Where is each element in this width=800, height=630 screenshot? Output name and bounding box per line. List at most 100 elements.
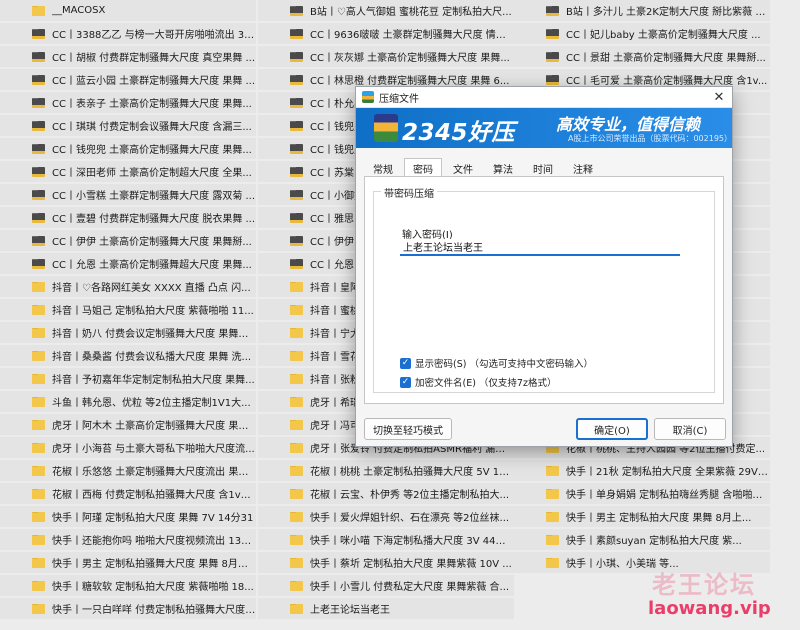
folder-item[interactable]: CC丨景甜 土豪高价定制骚舞大尺度 果舞掰... [514, 46, 770, 67]
folder-icon [32, 258, 45, 269]
folder-label: 花椒丨西梅 付费定制私拍骚舞大尺度 含1v1... [52, 490, 256, 501]
folder-item[interactable]: 快手丨男主 定制私拍大尺度 果舞 8月上... [514, 506, 770, 527]
tab-0[interactable]: 常规 [364, 158, 402, 176]
tab-3[interactable]: 算法 [484, 158, 522, 176]
encrypt-names-label: 加密文件名(E) （仅支持7z格式） [415, 378, 557, 389]
folder-item[interactable]: 快手丨小雪儿 付费私定大尺度 果舞紫薇 合... [258, 575, 514, 596]
folder-item[interactable]: CC丨表亲子 土豪高价定制骚舞大尺度 果舞... [0, 92, 256, 113]
folder-item[interactable]: 快手丨素颜suyan 定制私拍大尺度 紫... [514, 529, 770, 550]
folder-item[interactable]: CC丨灰灰娜 土豪高价定制骚舞大尺度 果舞... [258, 46, 514, 67]
folder-icon [290, 281, 303, 292]
folder-item[interactable]: 斗鱼丨韩允恩、优粒 等2位主播定制1V1大... [0, 391, 256, 412]
folder-item[interactable]: B站丨多汁儿 土豪2K定制大尺度 掰比紫薇 4... [514, 0, 770, 21]
folder-icon [32, 97, 45, 108]
tab-1[interactable]: 密码 [404, 158, 442, 176]
folder-icon [290, 235, 303, 246]
folder-icon [290, 580, 303, 591]
password-input[interactable] [400, 239, 680, 256]
folder-item[interactable]: 虎牙丨小海苔 与土豪大哥私下啪啪大尺度流... [0, 437, 256, 458]
folder-label: 斗鱼丨韩允恩、优粒 等2位主播定制1V1大... [52, 398, 251, 409]
folder-label: CC丨允恩 [310, 260, 354, 271]
folder-item[interactable]: 抖音丨♡各路网红美女 XXXX 直播 凸点 闪... [0, 276, 256, 297]
folder-icon [546, 511, 559, 522]
folder-label: __MACOSX [52, 5, 106, 16]
folder-item[interactable]: 快手丨咪小喵 下海定制私播大尺度 3V 44分... [258, 529, 514, 550]
folder-item[interactable]: CC丨9636啵啵 土豪群定制骚舞大尺度 情趣... [258, 23, 514, 44]
folder-item[interactable]: CC丨伊伊 土豪高价定制骚舞大尺度 果舞掰... [0, 230, 256, 251]
folder-icon [32, 212, 45, 223]
folder-item[interactable]: 花椒丨云宝、朴伊秀 等2位主播定制私拍大... [258, 483, 514, 504]
folder-item[interactable]: CC丨胡椒 付费群定制骚舞大尺度 真空果舞 ... [0, 46, 256, 67]
folder-item[interactable]: 抖音丨马姐己 定制私拍大尺度 紫薇啪啪 11... [0, 299, 256, 320]
folder-item[interactable]: __MACOSX [0, 0, 256, 21]
folder-item[interactable]: 快手丨阿瑾 定制私拍大尺度 果舞 7V 14分31 [0, 506, 256, 527]
folder-label: 虎牙丨冯可 [310, 421, 360, 432]
folder-item[interactable]: 快手丨爱火焊姐针织、石在漂亮 等2位丝袜... [258, 506, 514, 527]
folder-label: 虎牙丨阿木木 土豪高价定制骚舞大尺度 果舞... [52, 421, 256, 432]
folder-item[interactable]: 快手丨糖软软 定制私拍大尺度 紫薇啪啪 18... [0, 575, 256, 596]
folder-icon [290, 304, 303, 315]
folder-item[interactable]: CC丨小雪糕 土豪群定制骚舞大尺度 露双菊 ... [0, 184, 256, 205]
folder-item[interactable]: 抖音丨予初嘉年华定制定制私拍大尺度 果舞... [0, 368, 256, 389]
folder-icon [32, 396, 45, 407]
folder-item[interactable]: 花椒丨桃桃 土豪定制私拍骚舞大尺度 5V 13... [258, 460, 514, 481]
folder-icon [290, 373, 303, 384]
folder-item[interactable]: 快手丨单身娟娟 定制私拍嗨丝秀腿 含啪啪大... [514, 483, 770, 504]
folder-item[interactable]: 虎牙丨阿木木 土豪高价定制骚舞大尺度 果舞... [0, 414, 256, 435]
folder-label: 快手丨蔡圻 定制私拍大尺度 果舞紫薇 10V ... [310, 559, 512, 570]
folder-item[interactable]: CC丨钱兜兜 土豪高价定制骚舞大尺度 果舞... [0, 138, 256, 159]
folder-item[interactable]: 快手丨还能抱你吗 啪啪大尺度视频流出 13V... [0, 529, 256, 550]
password-group: 带密码压缩 输入密码(I) ✓ 显示密码(S) （勾选可支持中文密码输入） ✓ … [373, 185, 715, 393]
dialog-titlebar: 压缩文件 ✕ [356, 87, 732, 108]
folder-item[interactable]: 快手丨21秋 定制私拍大尺度 全果紫薇 29V ... [514, 460, 770, 481]
folder-icon [546, 5, 559, 16]
tab-4[interactable]: 时间 [524, 158, 562, 176]
folder-item[interactable]: 快手丨男主 定制私拍骚舞大尺度 果舞 8月下... [0, 552, 256, 573]
folder-label: 快手丨男主 定制私拍骚舞大尺度 果舞 8月下... [52, 559, 256, 570]
folder-item[interactable]: CC丨壹碧 付费群定制骚舞大尺度 脱衣果舞 ... [0, 207, 256, 228]
app-icon [362, 91, 374, 103]
folder-icon [32, 189, 45, 200]
folder-item[interactable]: 上老王论坛当老王 [258, 598, 514, 619]
folder-item[interactable]: 快手丨蔡圻 定制私拍大尺度 果舞紫薇 10V ... [258, 552, 514, 573]
folder-item[interactable]: 抖音丨桑桑酱 付费会议私播大尺度 果舞 洗... [0, 345, 256, 366]
folder-item[interactable]: CC丨妃儿baby 土豪高价定制骚舞大尺度 ... [514, 23, 770, 44]
folder-icon [546, 74, 559, 85]
folder-item[interactable]: CC丨深田老师 土豪高价定制超大尺度 全果... [0, 161, 256, 182]
folder-item[interactable]: CC丨3388乙乙 与榜一大哥开房啪啪流出 3V... [0, 23, 256, 44]
folder-item[interactable]: 花椒丨西梅 付费定制私拍骚舞大尺度 含1v1... [0, 483, 256, 504]
folder-item[interactable]: CC丨蓝云小园 土豪群定制骚舞大尺度 果舞 ... [0, 69, 256, 90]
folder-item[interactable]: CC丨允恩 土豪高价定制骚舞超大尺度 果舞... [0, 253, 256, 274]
show-password-row[interactable]: ✓ 显示密码(S) （勾选可支持中文密码输入） [400, 356, 593, 370]
folder-item[interactable]: 花椒丨乐悠悠 土豪定制骚舞大尺度流出 果舞... [0, 460, 256, 481]
folder-label: 抖音丨皇阿 [310, 283, 360, 294]
folder-item[interactable]: B站丨♡高人气御姐 蜜桃花豆 定制私拍大尺... [258, 0, 514, 21]
folder-label: CC丨蓝云小园 土豪群定制骚舞大尺度 果舞 ... [52, 76, 256, 87]
folder-label: CC丨9636啵啵 土豪群定制骚舞大尺度 情趣... [310, 30, 514, 41]
show-password-checkbox[interactable]: ✓ [400, 357, 411, 369]
folder-label: CC丨深田老师 土豪高价定制超大尺度 全果... [52, 168, 252, 179]
encrypt-names-row[interactable]: ✓ 加密文件名(E) （仅支持7z格式） [400, 375, 556, 389]
folder-label: 抖音丨予初嘉年华定制定制私拍大尺度 果舞... [52, 375, 255, 386]
folder-label: CC丨林思橙 付费群定制骚舞大尺度 果舞 6... [310, 76, 510, 87]
tab-5[interactable]: 注释 [564, 158, 602, 176]
folder-icon [290, 5, 303, 16]
cancel-button[interactable]: 取消(C) [654, 418, 726, 440]
switch-mode-button[interactable]: 切换至轻巧模式 [364, 418, 452, 440]
folder-item[interactable]: 抖音丨奶八 付费会议定制骚舞大尺度 果舞紫... [0, 322, 256, 343]
folder-icon [32, 465, 45, 476]
folder-label: 花椒丨桃桃 土豪定制私拍骚舞大尺度 5V 13... [310, 467, 514, 478]
close-icon[interactable]: ✕ [706, 90, 732, 105]
folder-icon [32, 373, 45, 384]
folder-icon [290, 419, 303, 430]
folder-label: CC丨雅思 [310, 214, 354, 225]
folder-label: 快手丨阿瑾 定制私拍大尺度 果舞 7V 14分31 [52, 513, 254, 524]
folder-item[interactable]: CC丨琪琪 付费定制会议骚舞大尺度 含漏三... [0, 115, 256, 136]
folder-item[interactable]: 快手丨一只白咩咩 付费定制私拍骚舞大尺度 ... [0, 598, 256, 619]
folder-icon [290, 396, 303, 407]
folder-icon [32, 120, 45, 131]
encrypt-names-checkbox[interactable]: ✓ [400, 376, 411, 388]
tab-2[interactable]: 文件 [444, 158, 482, 176]
banner-slogan: 高效专业，值得信赖 [556, 115, 701, 134]
ok-button[interactable]: 确定(O) [576, 418, 648, 440]
